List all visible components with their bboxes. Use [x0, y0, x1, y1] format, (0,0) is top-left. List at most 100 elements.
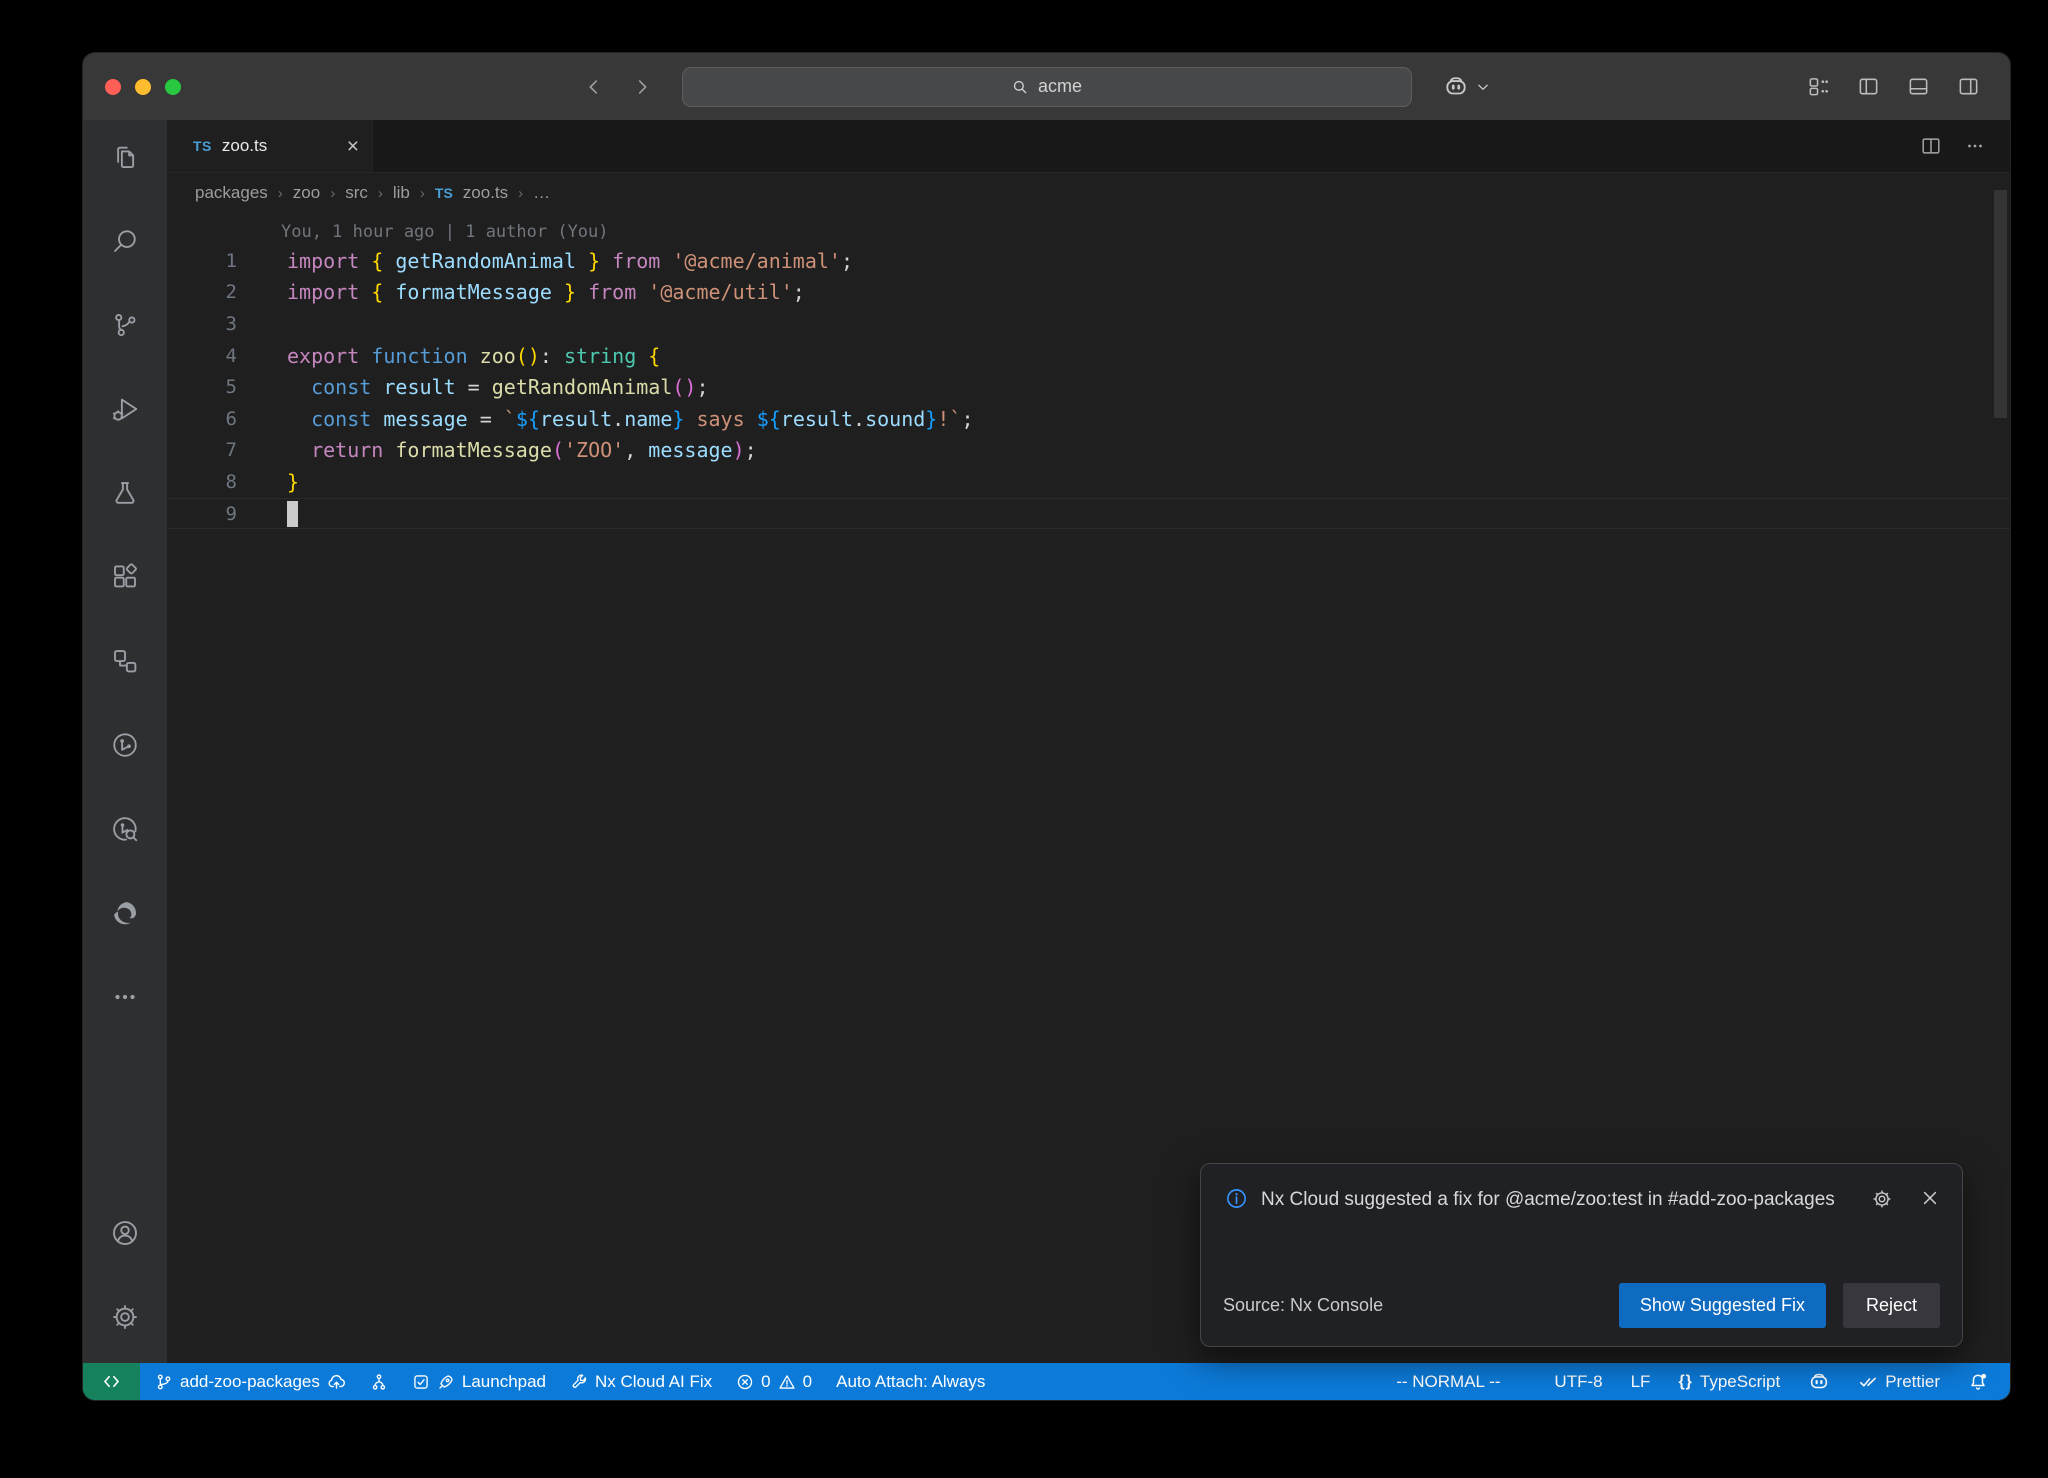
traffic-lights: [105, 53, 181, 120]
command-center-search[interactable]: acme: [682, 67, 1412, 107]
nx-console-icon[interactable]: [101, 721, 149, 769]
activity-bar: [83, 120, 167, 1363]
code-text: [287, 501, 298, 527]
auto-attach-label: Auto Attach: Always: [836, 1372, 985, 1392]
close-tab-icon[interactable]: ×: [347, 136, 359, 157]
breadcrumb-item[interactable]: src: [345, 183, 368, 203]
status-bar: add-zoo-packages Launchpad Nx Cloud AI F: [83, 1363, 2010, 1400]
toggle-secondary-sidebar-icon[interactable]: [1957, 75, 1980, 98]
notification-message: Nx Cloud suggested a fix for @acme/zoo:t…: [1261, 1185, 1846, 1215]
linked-boxes-icon[interactable]: [101, 637, 149, 685]
settings-gear-icon[interactable]: [101, 1293, 149, 1341]
line-number: 4: [167, 345, 237, 367]
line-number: 2: [167, 281, 237, 303]
explorer-icon[interactable]: [101, 133, 149, 181]
auto-attach-status[interactable]: Auto Attach: Always: [836, 1372, 985, 1392]
code-text: const message = `${result.name} says ${r…: [287, 407, 973, 431]
more-views-icon[interactable]: [101, 973, 149, 1021]
minimize-window-button[interactable]: [135, 79, 151, 95]
notification-toast: Nx Cloud suggested a fix for @acme/zoo:t…: [1200, 1163, 1963, 1347]
run-debug-icon[interactable]: [101, 385, 149, 433]
nx-fix-label: Nx Cloud AI Fix: [595, 1372, 712, 1392]
nx-cloud-icon[interactable]: [101, 805, 149, 853]
chevron-right-icon: ›: [378, 185, 383, 202]
more-actions-icon[interactable]: [1964, 135, 1986, 157]
reject-button[interactable]: Reject: [1843, 1283, 1940, 1328]
eol-label: LF: [1631, 1372, 1651, 1392]
code-text: import { formatMessage } from '@acme/uti…: [287, 280, 805, 304]
editor-scrollbar[interactable]: [1994, 190, 2007, 418]
encoding-label: UTF-8: [1554, 1372, 1602, 1392]
remote-indicator[interactable]: [83, 1363, 140, 1400]
zoom-window-button[interactable]: [165, 79, 181, 95]
info-icon: [1225, 1187, 1248, 1210]
code-text: import { getRandomAnimal } from '@acme/a…: [287, 249, 853, 273]
code-line[interactable]: 6 const message = `${result.name} says $…: [167, 403, 2010, 435]
toggle-panel-icon[interactable]: [1907, 75, 1930, 98]
git-branch-icon: [155, 1373, 173, 1391]
code-line[interactable]: 5 const result = getRandomAnimal();: [167, 371, 2010, 403]
breadcrumb-file[interactable]: zoo.ts: [463, 183, 508, 203]
code-line[interactable]: 3: [167, 308, 2010, 340]
tab-label: zoo.ts: [222, 136, 267, 156]
copilot-status[interactable]: [1808, 1371, 1830, 1393]
language-status[interactable]: {} TypeScript: [1678, 1372, 1780, 1392]
chevron-right-icon: ›: [278, 185, 283, 202]
code-line[interactable]: 4 export function zoo(): string {: [167, 340, 2010, 372]
tab-zoo-ts[interactable]: TS zoo.ts ×: [167, 120, 373, 172]
close-notification-icon[interactable]: [1920, 1188, 1940, 1210]
account-icon[interactable]: [101, 1209, 149, 1257]
extensions-icon[interactable]: [101, 553, 149, 601]
back-icon[interactable]: [583, 76, 605, 98]
error-count: 0: [761, 1372, 770, 1392]
code-line[interactable]: 2 import { formatMessage } from '@acme/ut…: [167, 277, 2010, 309]
split-editor-icon[interactable]: [1920, 135, 1942, 157]
code-line[interactable]: 8}: [167, 466, 2010, 498]
notification-settings-gear-icon[interactable]: [1871, 1188, 1893, 1210]
code-text: export function zoo(): string {: [287, 344, 660, 368]
testing-icon[interactable]: [101, 469, 149, 517]
encoding-status[interactable]: UTF-8: [1554, 1372, 1602, 1392]
problems-status[interactable]: 0 0: [736, 1372, 812, 1392]
toggle-sidebar-icon[interactable]: [1857, 75, 1880, 98]
vim-mode-status[interactable]: -- NORMAL --: [1396, 1372, 1500, 1392]
git-branch-status[interactable]: add-zoo-packages: [155, 1372, 346, 1392]
checklist-icon: [412, 1373, 430, 1391]
tab-bar: TS zoo.ts ×: [167, 120, 2010, 173]
formatter-status[interactable]: Prettier: [1858, 1372, 1940, 1392]
chevron-down-icon[interactable]: [1476, 80, 1490, 94]
ts-file-icon: TS: [193, 138, 212, 154]
bell-dot-icon: [1968, 1372, 1988, 1392]
show-suggested-fix-button[interactable]: Show Suggested Fix: [1619, 1283, 1826, 1328]
nx-cloud-fix-status[interactable]: Nx Cloud AI Fix: [570, 1372, 712, 1392]
breadcrumb-item[interactable]: zoo: [293, 183, 320, 203]
notifications-status[interactable]: [1968, 1372, 1988, 1392]
code-line[interactable]: 1import { getRandomAnimal } from '@acme/…: [167, 245, 2010, 277]
breadcrumb-item[interactable]: lib: [393, 183, 410, 203]
line-number: 5: [167, 376, 237, 398]
search-icon[interactable]: [101, 217, 149, 265]
cloud-upload-icon: [327, 1372, 346, 1391]
braces-icon: {}: [1678, 1373, 1692, 1391]
warning-icon: [778, 1373, 796, 1391]
code-line[interactable]: 7 return formatMessage('ZOO', message);: [167, 435, 2010, 467]
vscode-window: acme: [83, 53, 2010, 1400]
customize-layout-icon[interactable]: [1807, 75, 1830, 98]
breadcrumb-item[interactable]: packages: [195, 183, 268, 203]
edge-icon[interactable]: [101, 889, 149, 937]
code-text: const result = getRandomAnimal();: [287, 375, 709, 399]
code-line[interactable]: 9: [167, 498, 2010, 530]
breadcrumb-more[interactable]: …: [533, 183, 550, 203]
forward-icon[interactable]: [631, 76, 653, 98]
close-window-button[interactable]: [105, 79, 121, 95]
line-number: 8: [167, 471, 237, 493]
git-graph-status[interactable]: [370, 1373, 388, 1391]
launchpad-status[interactable]: Launchpad: [412, 1372, 546, 1392]
copilot-icon[interactable]: [1443, 74, 1469, 100]
chevron-right-icon: ›: [330, 185, 335, 202]
search-value: acme: [1038, 76, 1082, 97]
code-lines: 1import { getRandomAnimal } from '@acme/…: [167, 245, 2010, 529]
launchpad-label: Launchpad: [462, 1372, 546, 1392]
source-control-icon[interactable]: [101, 301, 149, 349]
eol-status[interactable]: LF: [1631, 1372, 1651, 1392]
